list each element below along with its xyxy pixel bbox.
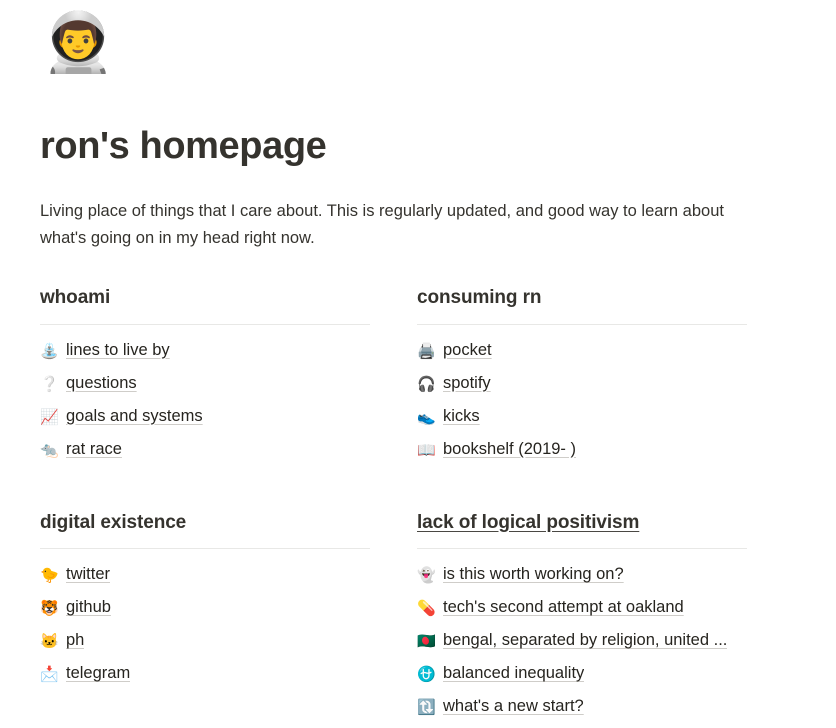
section-heading-whoami: whoami [40,287,111,309]
section-heading-consuming-rn: consuming rn [417,287,542,309]
section-divider [417,323,747,325]
section-heading-digital-existence: digital existence [40,511,187,533]
clockwise-arrows-icon: 🔃 [417,698,436,716]
list-item: 🐤 twitter [40,563,370,587]
list-item: ❔ questions [40,372,370,396]
link-list-consuming-rn: 🖨️ pocket 🎧 spotify 👟 kicks 📖 bookshelf … [417,339,747,462]
white-question-mark-icon: ❔ [40,375,59,393]
running-shoe-icon: 👟 [417,408,436,426]
tiger-face-icon: 🐯 [40,600,59,618]
ghost-icon: 👻 [417,567,436,585]
section-divider [40,548,370,550]
list-item: 🎧 spotify [417,372,747,396]
section-lack-of-logical-positivism: lack of logical positivism 👻 is this wor… [417,510,747,719]
link-spotify[interactable]: spotify [443,372,491,396]
list-item: 💊 tech's second attempt at oakland [417,596,747,620]
incoming-envelope-icon: 📩 [40,665,59,683]
link-is-this-worth-working-on[interactable]: is this worth working on? [443,563,624,587]
link-lines-to-live-by[interactable]: lines to live by [66,339,170,363]
list-item: 👻 is this worth working on? [417,563,747,587]
list-item: 🔃 what's a new start? [417,695,747,719]
link-balanced-inequality[interactable]: balanced inequality [443,662,584,686]
printer-icon: 🖨️ [417,342,436,360]
link-pocket[interactable]: pocket [443,339,492,363]
list-item: 👟 kicks [417,405,747,429]
link-list-lack-of-logical-positivism: 👻 is this worth working on? 💊 tech's sec… [417,563,747,719]
link-bookshelf[interactable]: bookshelf (2019- ) [443,438,576,462]
astronaut-icon: 👨‍🚀 [42,10,115,75]
list-item: 🐱 ph [40,629,370,653]
left-column: whoami ⛲ lines to live by ❔ questions 📈 … [40,285,370,728]
list-item: 📖 bookshelf (2019- ) [417,438,747,462]
link-techs-second-attempt-at-oakland[interactable]: tech's second attempt at oakland [443,596,684,620]
right-column: consuming rn 🖨️ pocket 🎧 spotify 👟 kicks [417,285,747,728]
link-list-digital-existence: 🐤 twitter 🐯 github 🐱 ph 📩 telegram [40,563,370,686]
link-whats-a-new-start[interactable]: what's a new start? [443,695,584,719]
fountain-icon: ⛲ [40,342,59,360]
list-item: 🇧🇩 bengal, separated by religion, united… [417,629,747,653]
rat-icon: 🐀 [40,441,59,459]
section-consuming-rn: consuming rn 🖨️ pocket 🎧 spotify 👟 kicks [417,285,747,461]
list-item: ⛎ balanced inequality [417,662,747,686]
ophiuchus-icon: ⛎ [417,665,436,683]
list-item: 🐀 rat race [40,438,370,462]
list-item: 🐯 github [40,596,370,620]
link-kicks[interactable]: kicks [443,405,480,429]
homepage-root: 👨‍🚀 ron's homepage Living place of thing… [0,0,836,728]
link-twitter[interactable]: twitter [66,563,110,587]
link-bengal-separated-by-religion[interactable]: bengal, separated by religion, united ..… [443,629,727,653]
chart-increasing-icon: 📈 [40,408,59,426]
link-columns: whoami ⛲ lines to live by ❔ questions 📈 … [40,285,796,728]
section-whoami: whoami ⛲ lines to live by ❔ questions 📈 … [40,285,370,461]
section-divider [40,323,370,325]
link-questions[interactable]: questions [66,372,137,396]
list-item: 📈 goals and systems [40,405,370,429]
page-intro: Living place of things that I care about… [40,201,724,247]
page-title: ron's homepage [40,125,327,167]
list-item: ⛲ lines to live by [40,339,370,363]
link-ph[interactable]: ph [66,629,84,653]
cat-face-icon: 🐱 [40,633,59,651]
list-item: 🖨️ pocket [417,339,747,363]
link-telegram[interactable]: telegram [66,662,130,686]
link-github[interactable]: github [66,596,111,620]
list-item: 📩 telegram [40,662,370,686]
section-digital-existence: digital existence 🐤 twitter 🐯 github 🐱 p… [40,510,370,686]
pill-icon: 💊 [417,600,436,618]
link-list-whoami: ⛲ lines to live by ❔ questions 📈 goals a… [40,339,370,462]
link-goals-and-systems[interactable]: goals and systems [66,405,203,429]
section-divider [417,548,747,550]
open-book-icon: 📖 [417,441,436,459]
baby-chick-icon: 🐤 [40,567,59,585]
link-rat-race[interactable]: rat race [66,438,122,462]
section-heading-lack-of-logical-positivism[interactable]: lack of logical positivism [417,510,639,538]
bangladesh-flag-icon: 🇧🇩 [417,633,436,651]
headphone-icon: 🎧 [417,375,436,393]
